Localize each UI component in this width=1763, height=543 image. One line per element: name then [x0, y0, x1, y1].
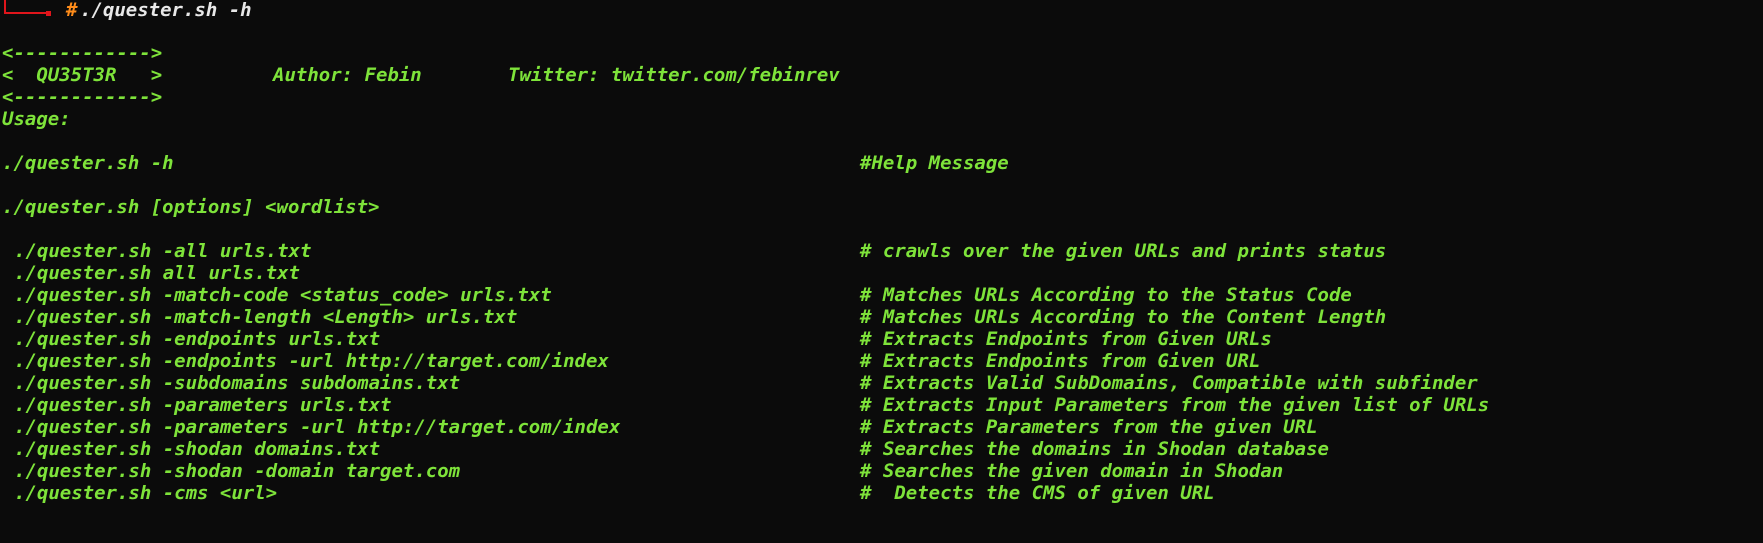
option-description: # Searches the given domain in Shodan: [860, 460, 1284, 482]
banner-author: Author: Febin: [273, 64, 422, 86]
help-description: #Help Message: [860, 152, 1009, 174]
option-command: ./quester.sh -all urls.txt: [14, 240, 312, 262]
prompt-symbol: #: [66, 0, 78, 21]
option-command: ./quester.sh -parameters urls.txt: [14, 394, 392, 416]
option-description: # Extracts Parameters from the given URL: [860, 416, 1318, 438]
option-command: ./quester.sh all urls.txt: [14, 262, 300, 284]
prompt-corner-glyph: [4, 0, 48, 14]
option-command: ./quester.sh -parameters -url http://tar…: [14, 416, 621, 438]
option-command: ./quester.sh -endpoints -url http://targ…: [14, 350, 609, 372]
banner-name-line: < QU35T3R >: [2, 64, 163, 86]
option-description: # Extracts Valid SubDomains, Compatible …: [860, 372, 1478, 394]
usage-label: Usage:: [2, 108, 71, 130]
option-command: ./quester.sh -shodan domains.txt: [14, 438, 381, 460]
option-command: ./quester.sh -shodan -domain target.com: [14, 460, 461, 482]
option-description: # Extracts Endpoints from Given URLs: [860, 328, 1272, 350]
option-description: # Matches URLs According to the Status C…: [860, 284, 1352, 306]
help-command: ./quester.sh -h: [2, 152, 174, 174]
option-command: ./quester.sh -endpoints urls.txt: [14, 328, 381, 350]
option-description: # Extracts Input Parameters from the giv…: [860, 394, 1490, 416]
option-command: ./quester.sh -cms <url>: [14, 482, 278, 504]
option-command: ./quester.sh -match-length <Length> urls…: [14, 306, 518, 328]
option-description: # Detects the CMS of given URL: [860, 482, 1215, 504]
syntax-line: ./quester.sh [options] <wordlist>: [2, 196, 380, 218]
option-description: # crawls over the given URLs and prints …: [860, 240, 1387, 262]
option-command: ./quester.sh -match-code <status_code> u…: [14, 284, 552, 306]
option-description: # Extracts Endpoints from Given URL: [860, 350, 1261, 372]
prompt-command: ./quester.sh -h: [80, 0, 252, 21]
option-command: ./quester.sh -subdomains subdomains.txt: [14, 372, 461, 394]
banner-bottom-border: <------------>: [2, 86, 163, 108]
banner-twitter: Twitter: twitter.com/febinrev: [508, 64, 840, 86]
terminal-window[interactable]: # ./quester.sh -h <------------> < QU35T…: [0, 0, 1763, 543]
prompt-dot-glyph: [46, 11, 51, 16]
banner-top-border: <------------>: [2, 42, 163, 64]
option-description: # Searches the domains in Shodan databas…: [860, 438, 1329, 460]
option-description: # Matches URLs According to the Content …: [860, 306, 1387, 328]
